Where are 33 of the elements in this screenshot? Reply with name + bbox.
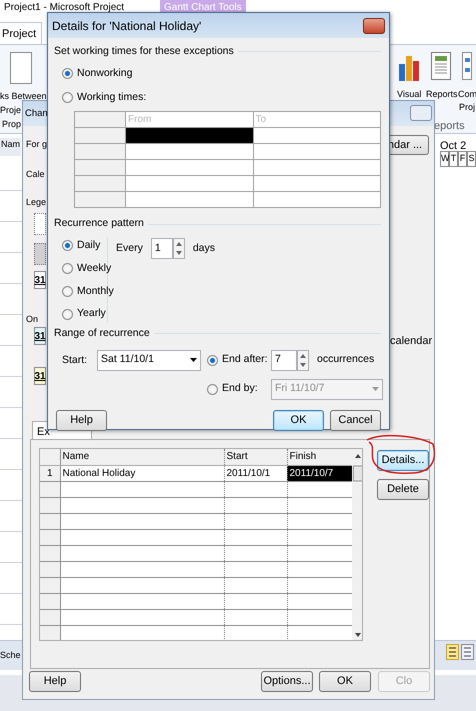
dialog-title: Chan — [25, 107, 48, 121]
field-label: Cale — [26, 168, 45, 181]
window-title: Project1 - Microsoft Project — [4, 1, 124, 15]
column-header: Nam — [0, 138, 21, 156]
view-label: Sche — [0, 649, 21, 662]
column-header: To — [253, 112, 380, 128]
section-title: Recurrence pattern — [54, 216, 144, 232]
ribbon-label: Proj — [459, 101, 476, 114]
field-label: Start: — [62, 352, 88, 368]
ribbon-group-label: eports — [434, 119, 465, 134]
gantt-week-label: Oct 2 — [440, 139, 466, 154]
field-label: Every — [116, 241, 143, 256]
unit-label: days — [192, 241, 216, 256]
dialog-title: Details for 'National Holiday' — [52, 18, 202, 34]
gantt-day-label: F — [458, 151, 467, 166]
label-text: calendar — [390, 334, 432, 349]
section-title: Range of recurrence — [54, 326, 150, 341]
section-title: Set working times for these exceptions — [54, 44, 234, 59]
gantt-day-label: S — [467, 151, 476, 166]
ribbon-label: Proje — [0, 104, 22, 117]
ribbon-label: Prop — [2, 118, 22, 131]
field-label: Lege — [26, 196, 46, 209]
column-header: From — [126, 112, 253, 128]
legend-swatch: 31 — [34, 327, 46, 345]
row-number: 1 — [40, 465, 60, 481]
legend-swatch: 31 — [34, 271, 46, 289]
gantt-day-label: T — [449, 151, 458, 166]
field-label: For g — [26, 138, 48, 151]
ribbon-label: ks Between — [0, 90, 47, 103]
field-label: On — [26, 313, 38, 326]
legend-swatch: 31 — [34, 367, 46, 385]
gantt-day-label: W — [440, 151, 449, 166]
unit-label: occurrences — [317, 352, 374, 368]
